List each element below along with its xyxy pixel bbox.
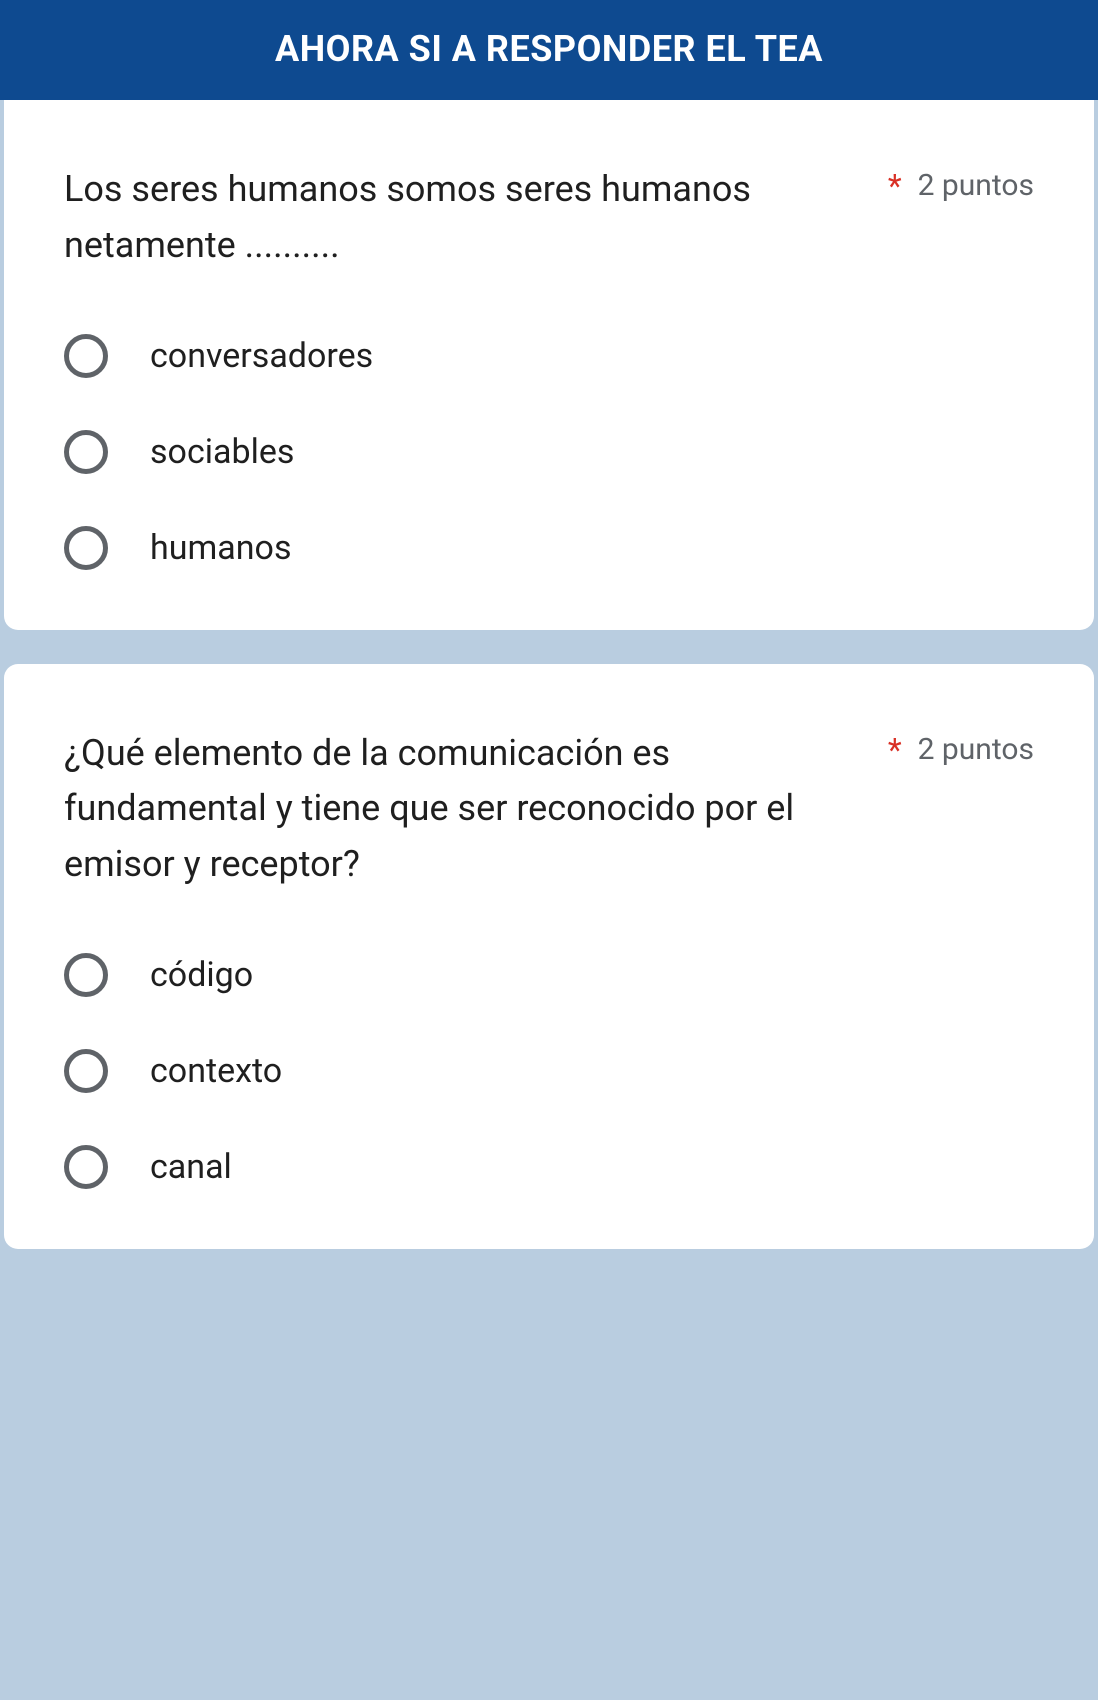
radio-unchecked-icon bbox=[64, 334, 108, 378]
form-section-title: AHORA SI A RESPONDER EL TEA bbox=[275, 28, 823, 70]
option-label: conversadores bbox=[150, 336, 373, 376]
question-prompt: ¿Qué elemento de la comunicación es fund… bbox=[64, 726, 872, 893]
question-header: Los seres humanos somos seres humanos ne… bbox=[64, 162, 1034, 274]
required-asterisk: * bbox=[888, 726, 902, 772]
radio-option[interactable]: humanos bbox=[64, 526, 1034, 570]
radio-unchecked-icon bbox=[64, 953, 108, 997]
points-label: 2 puntos bbox=[918, 162, 1034, 205]
radio-option[interactable]: código bbox=[64, 953, 1034, 997]
radio-unchecked-icon bbox=[64, 1049, 108, 1093]
radio-option[interactable]: conversadores bbox=[64, 334, 1034, 378]
radio-option[interactable]: canal bbox=[64, 1145, 1034, 1189]
radio-unchecked-icon bbox=[64, 430, 108, 474]
radio-option[interactable]: contexto bbox=[64, 1049, 1034, 1093]
required-asterisk: * bbox=[888, 162, 902, 208]
question-prompt: Los seres humanos somos seres humanos ne… bbox=[64, 162, 872, 274]
question-header: ¿Qué elemento de la comunicación es fund… bbox=[64, 726, 1034, 893]
option-label: sociables bbox=[150, 432, 294, 472]
question-card: ¿Qué elemento de la comunicación es fund… bbox=[4, 664, 1094, 1249]
radio-option[interactable]: sociables bbox=[64, 430, 1034, 474]
form-section-header: AHORA SI A RESPONDER EL TEA bbox=[0, 0, 1098, 100]
option-label: canal bbox=[150, 1147, 232, 1187]
question-card: Los seres humanos somos seres humanos ne… bbox=[4, 100, 1094, 630]
radio-unchecked-icon bbox=[64, 1145, 108, 1189]
radio-unchecked-icon bbox=[64, 526, 108, 570]
option-label: contexto bbox=[150, 1051, 282, 1091]
points-label: 2 puntos bbox=[918, 726, 1034, 769]
option-label: humanos bbox=[150, 528, 292, 568]
option-label: código bbox=[150, 955, 253, 995]
